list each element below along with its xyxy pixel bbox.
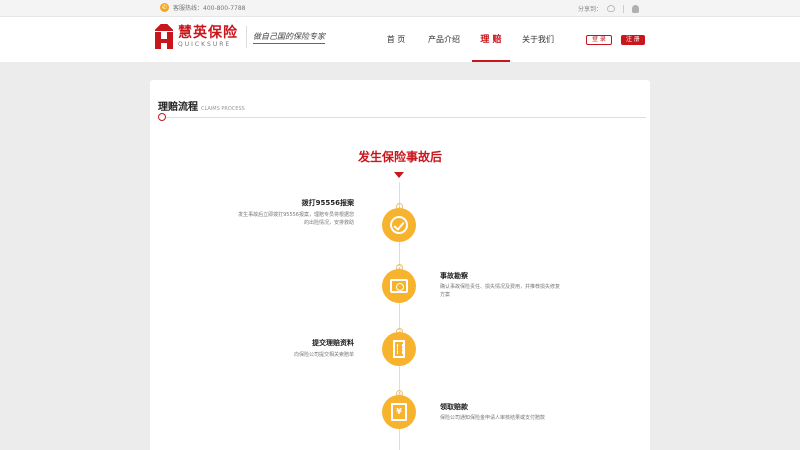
nav-about[interactable]: 关于我们 (510, 17, 566, 62)
divider (623, 4, 625, 13)
step-title: 拨打95556报案 (301, 199, 354, 207)
step-circle (382, 332, 416, 366)
top-bar: ✆ 客服热线：400-800-7788 分享到： (0, 0, 800, 17)
login-button[interactable]: 登 录 (586, 35, 612, 45)
hotline-text: 客服热线：400-800-7788 (173, 5, 246, 12)
divider (246, 26, 247, 48)
step-title: 事故勘察 (440, 272, 468, 280)
step-title: 提交理赔资料 (312, 339, 354, 347)
nav-home[interactable]: 首 页 (376, 17, 416, 62)
document-icon (393, 340, 405, 358)
section-subtitle: CLAIMS PROCESS (201, 106, 245, 112)
step-description: 保险公司通知保险金申请人审核结果或支付赔款 (440, 415, 546, 421)
logo-name: 慧英保险 (178, 24, 238, 41)
camera-icon (390, 279, 408, 293)
weibo-icon[interactable] (607, 5, 616, 12)
header: 慧英保险 QUICKSURE 做自己国的保险专家 首 页 产品介绍 理 赔 关于… (0, 17, 800, 62)
step-circle (382, 269, 416, 303)
share-label: 分享到： (578, 6, 603, 13)
step-description: 确认事故保险责任、损失情况及费用，并推荐损失修复方案 (440, 284, 561, 298)
register-button[interactable]: 注 册 (621, 35, 645, 45)
hotline: ✆ 客服热线：400-800-7788 (160, 3, 246, 12)
check-icon (390, 216, 408, 234)
step-description: 向保险公司提交相关索赔单 (293, 352, 354, 358)
share-bar: 分享到： (578, 4, 640, 13)
logo-english: QUICKSURE (178, 40, 232, 48)
content-card: 理赔流程 CLAIMS PROCESS 发生保险事故后 1 拨打95556报案 … (150, 80, 650, 450)
step-description: 发生事故后立即拨打95556报案，理赔专员将根据您的出险情况，安排救助 (238, 212, 354, 226)
section-dot-icon (158, 113, 166, 121)
money-icon: ¥ (391, 403, 407, 421)
logo-text: 慧英保险 QUICKSURE (178, 24, 238, 49)
arrow-down-icon (394, 172, 404, 178)
phone-icon: ✆ (160, 3, 169, 12)
logo-crown-h-icon (153, 24, 175, 50)
nav-products[interactable]: 产品介绍 (416, 17, 472, 62)
section-divider (166, 117, 646, 118)
slogan: 做自己国的保险专家 (253, 31, 325, 44)
nav-claims[interactable]: 理 赔 (472, 17, 510, 62)
step-circle: ¥ (382, 395, 416, 429)
section-header: 理赔流程 CLAIMS PROCESS (158, 98, 245, 113)
step-title: 领取赔款 (440, 403, 468, 411)
flow-title: 发生保险事故后 (357, 150, 442, 164)
logo[interactable]: 慧英保险 QUICKSURE 做自己国的保险专家 (153, 24, 325, 50)
qq-icon[interactable] (632, 4, 640, 13)
step-circle (382, 208, 416, 242)
section-title: 理赔流程 (158, 102, 198, 113)
main-nav: 首 页 产品介绍 理 赔 关于我们 (376, 17, 566, 62)
